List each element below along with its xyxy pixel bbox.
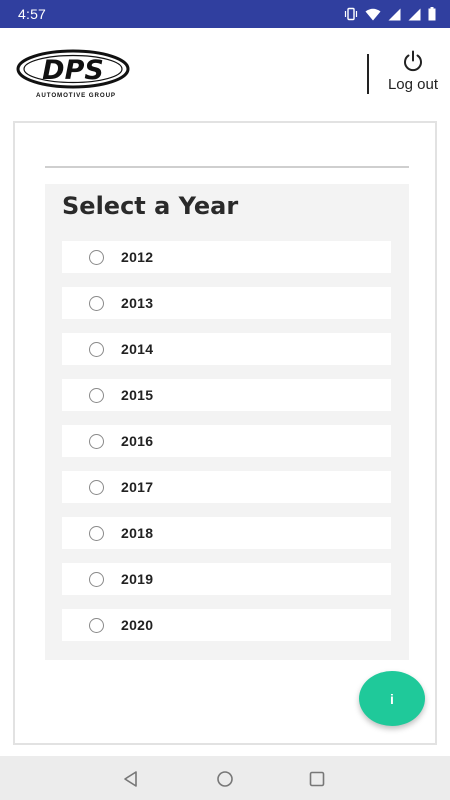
- info-fab-button[interactable]: i: [359, 671, 425, 726]
- year-option-2014[interactable]: 2014: [62, 333, 391, 365]
- year-option-2013[interactable]: 2013: [62, 287, 391, 319]
- year-label: 2020: [121, 617, 154, 633]
- app-header: DPS AUTOMOTIVE GROUP Log out: [0, 28, 450, 120]
- status-time: 4:57: [18, 6, 47, 22]
- recents-icon[interactable]: [306, 768, 328, 790]
- year-label: 2013: [121, 295, 154, 311]
- brand-logo: DPS AUTOMOTIVE GROUP: [16, 48, 134, 104]
- main-card: Select a Year 2012 2013 2014 2015 2016 2…: [13, 121, 437, 745]
- year-option-2016[interactable]: 2016: [62, 425, 391, 457]
- signal-icon: [388, 8, 401, 20]
- vibrate-icon: [344, 7, 358, 21]
- radio-button[interactable]: [89, 571, 104, 587]
- radio-button[interactable]: [89, 433, 104, 449]
- panel-title: Select a Year: [62, 192, 239, 220]
- logout-button[interactable]: Log out: [383, 50, 443, 100]
- year-label: 2016: [121, 433, 154, 449]
- battery-icon: [428, 7, 436, 21]
- power-icon: [404, 50, 422, 72]
- system-nav-bar: [0, 756, 450, 800]
- radio-button[interactable]: [89, 479, 104, 495]
- year-option-2012[interactable]: 2012: [62, 241, 391, 273]
- divider: [45, 166, 409, 168]
- radio-button[interactable]: [89, 525, 104, 541]
- back-icon[interactable]: [121, 768, 143, 790]
- radio-button[interactable]: [89, 249, 104, 265]
- year-label: 2014: [121, 341, 154, 357]
- logo-subtitle: AUTOMOTIVE GROUP: [36, 92, 116, 99]
- year-label: 2019: [121, 571, 154, 587]
- year-option-2017[interactable]: 2017: [62, 471, 391, 503]
- year-label: 2012: [121, 249, 154, 265]
- year-label: 2018: [121, 525, 154, 541]
- radio-button[interactable]: [89, 617, 104, 633]
- year-option-2015[interactable]: 2015: [62, 379, 391, 411]
- radio-button[interactable]: [89, 341, 104, 357]
- year-list: 2012 2013 2014 2015 2016 2017 2018 2019 …: [62, 241, 391, 655]
- year-option-2020[interactable]: 2020: [62, 609, 391, 641]
- logout-label: Log out: [387, 76, 439, 93]
- year-option-2019[interactable]: 2019: [62, 563, 391, 595]
- year-label: 2015: [121, 387, 154, 403]
- info-icon: i: [390, 690, 394, 707]
- status-bar: 4:57: [0, 0, 450, 28]
- wifi-icon: [365, 8, 381, 20]
- year-label: 2017: [121, 479, 154, 495]
- radio-button[interactable]: [89, 387, 104, 403]
- year-option-2018[interactable]: 2018: [62, 517, 391, 549]
- home-icon[interactable]: [214, 768, 236, 790]
- header-divider: [367, 54, 369, 94]
- signal-icon-2: [408, 8, 421, 20]
- status-icons: [344, 7, 436, 21]
- logo-text: DPS: [42, 55, 104, 86]
- year-selector-panel: Select a Year 2012 2013 2014 2015 2016 2…: [45, 184, 409, 660]
- radio-button[interactable]: [89, 295, 104, 311]
